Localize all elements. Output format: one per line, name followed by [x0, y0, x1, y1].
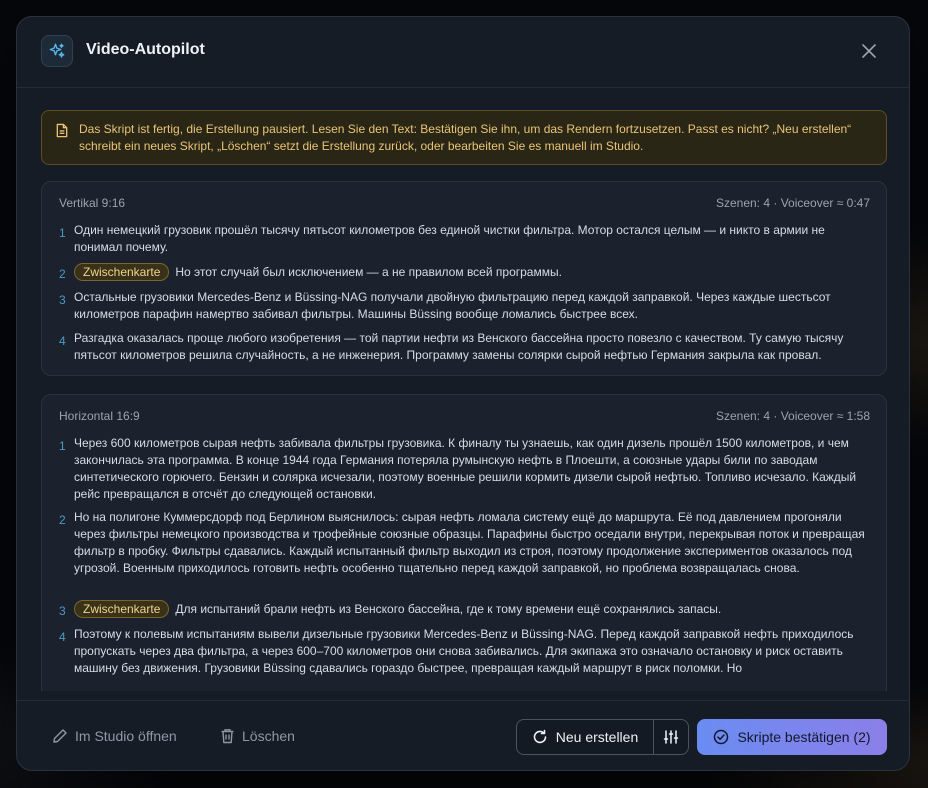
- regenerate-options-button[interactable]: [654, 720, 688, 754]
- scripts-scroll-area[interactable]: Vertikal 9:16 Szenen: 4 · Voiceover ≈ 0:…: [41, 181, 887, 691]
- open-in-studio-label: Im Studio öffnen: [75, 728, 177, 744]
- dialog-header: Video-Autopilot: [17, 17, 909, 88]
- confirm-scripts-button[interactable]: Skripte bestätigen (2): [697, 719, 887, 755]
- paused-notice: Das Skript ist fertig, die Erstellung pa…: [41, 110, 887, 165]
- script-card-vertical: Vertikal 9:16 Szenen: 4 · Voiceover ≈ 0:…: [41, 181, 887, 376]
- sparkles-icon: [41, 35, 73, 67]
- document-icon: [56, 123, 68, 138]
- scene-item: 1 Один немецкий грузовик прошёл тысячу п…: [59, 222, 870, 256]
- scene-item: 2 Zwischenkarte Но этот случай был исключ…: [59, 263, 870, 281]
- scene-number: 2: [59, 513, 66, 527]
- dialog-title: Video-Autopilot: [86, 41, 205, 58]
- scene-item: 3 Остальные грузовики Mercedes-Benz и Bü…: [59, 289, 870, 323]
- notice-text: Das Skript ist fertig, die Erstellung pa…: [79, 122, 852, 153]
- scene-number: 1: [59, 439, 66, 453]
- refresh-icon: [533, 729, 547, 744]
- delete-button[interactable]: Löschen: [220, 726, 295, 746]
- scene-item: 4 Поэтому к полевым испытаниям вывели ди…: [59, 626, 870, 677]
- pencil-icon: [53, 729, 67, 743]
- scene-number: 4: [59, 334, 66, 348]
- scene-number: 3: [59, 293, 66, 307]
- scene-item: 2 Но на полигоне Куммерсдорф под Берлино…: [59, 509, 870, 577]
- scene-text: Через 600 километров сырая нефть забивал…: [74, 436, 857, 501]
- scene-text: Но на полигоне Куммерсдорф под Берлином …: [74, 510, 865, 575]
- regenerate-button-group: Neu erstellen: [516, 719, 689, 755]
- delete-label: Löschen: [242, 728, 295, 744]
- close-icon: [862, 44, 876, 58]
- script-meta: Szenen: 4 · Voiceover ≈ 0:47: [715, 196, 870, 210]
- confirm-scripts-label: Skripte bestätigen (2): [737, 729, 871, 745]
- regenerate-label: Neu erstellen: [555, 729, 639, 745]
- scene-text: Но этот случай был исключением — а не пр…: [175, 265, 562, 279]
- scene-item: 4 Разгадка оказалась проще любого изобре…: [59, 330, 870, 364]
- scene-number: 3: [59, 604, 66, 618]
- scene-number: 4: [59, 630, 66, 644]
- close-button[interactable]: [857, 39, 881, 63]
- check-circle-icon: [714, 729, 729, 745]
- script-format-label: Vertikal 9:16: [59, 196, 126, 210]
- scene-text: Остальные грузовики Mercedes-Benz и Büss…: [74, 290, 831, 321]
- scene-text: Для испытаний брали нефть из Венского ба…: [175, 602, 722, 616]
- scene-text: Один немецкий грузовик прошёл тысячу пят…: [74, 223, 825, 254]
- video-autopilot-dialog: Video-Autopilot Das Skript ist fertig, d…: [16, 16, 910, 771]
- scene-number: 1: [59, 226, 66, 240]
- scene-text: Поэтому к полевым испытаниям вывели дизе…: [74, 627, 854, 675]
- dialog-footer: Im Studio öffnen Löschen Neu erstellen S…: [17, 700, 909, 770]
- sliders-icon: [663, 730, 679, 744]
- scene-item: 1 Через 600 километров сырая нефть забив…: [59, 435, 870, 503]
- intercard-badge: Zwischenkarte: [74, 600, 170, 618]
- trash-icon: [221, 729, 234, 744]
- script-card-horizontal: Horizontal 16:9 Szenen: 4 · Voiceover ≈ …: [41, 394, 887, 691]
- scene-number: 2: [59, 267, 66, 281]
- intercard-badge: Zwischenkarte: [74, 263, 170, 281]
- scene-item: 3 Zwischenkarte Для испытаний брали нефть…: [59, 600, 870, 618]
- regenerate-button[interactable]: Neu erstellen: [517, 720, 653, 754]
- open-in-studio-button[interactable]: Im Studio öffnen: [52, 726, 177, 746]
- script-meta: Szenen: 4 · Voiceover ≈ 1:58: [715, 409, 870, 423]
- script-format-label: Horizontal 16:9: [59, 409, 140, 423]
- scene-text: Разгадка оказалась проще любого изобрете…: [74, 331, 844, 362]
